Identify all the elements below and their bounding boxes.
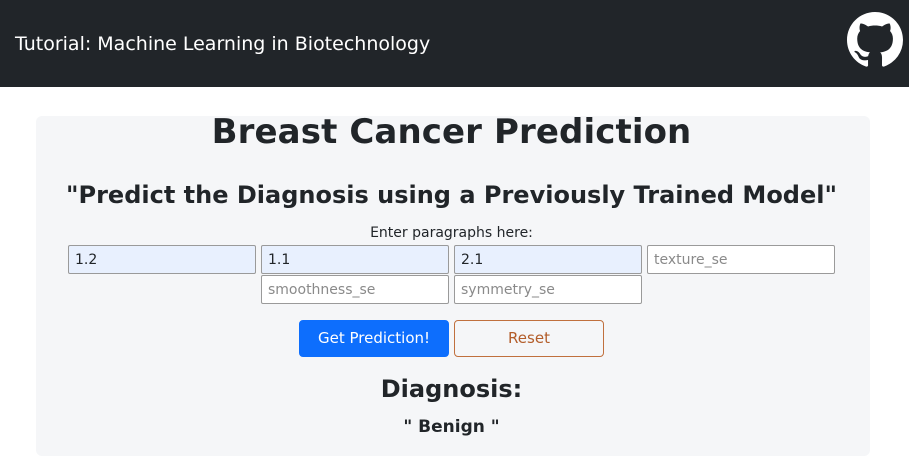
page-title: Breast Cancer Prediction	[211, 112, 692, 152]
get-prediction-button[interactable]: Get Prediction!	[299, 320, 449, 357]
prediction-card	[36, 116, 870, 456]
diagnosis-result: " Benign "	[403, 417, 500, 437]
navbar-brand[interactable]: Tutorial: Machine Learning in Biotechnol…	[15, 33, 430, 55]
symmetry-se-input[interactable]	[454, 275, 642, 304]
reset-button[interactable]: Reset	[454, 320, 604, 357]
smoothness-se-input[interactable]	[261, 275, 449, 304]
feature-input-1[interactable]	[68, 245, 256, 274]
navbar: Tutorial: Machine Learning in Biotechnol…	[0, 0, 909, 87]
feature-input-2[interactable]	[261, 245, 449, 274]
page-subtitle: "Predict the Diagnosis using a Previousl…	[66, 181, 837, 209]
github-icon[interactable]	[847, 12, 903, 68]
feature-input-3[interactable]	[454, 245, 642, 274]
diagnosis-heading: Diagnosis:	[380, 375, 523, 403]
texture-se-input[interactable]	[647, 245, 835, 274]
input-hint: Enter paragraphs here:	[370, 225, 533, 241]
